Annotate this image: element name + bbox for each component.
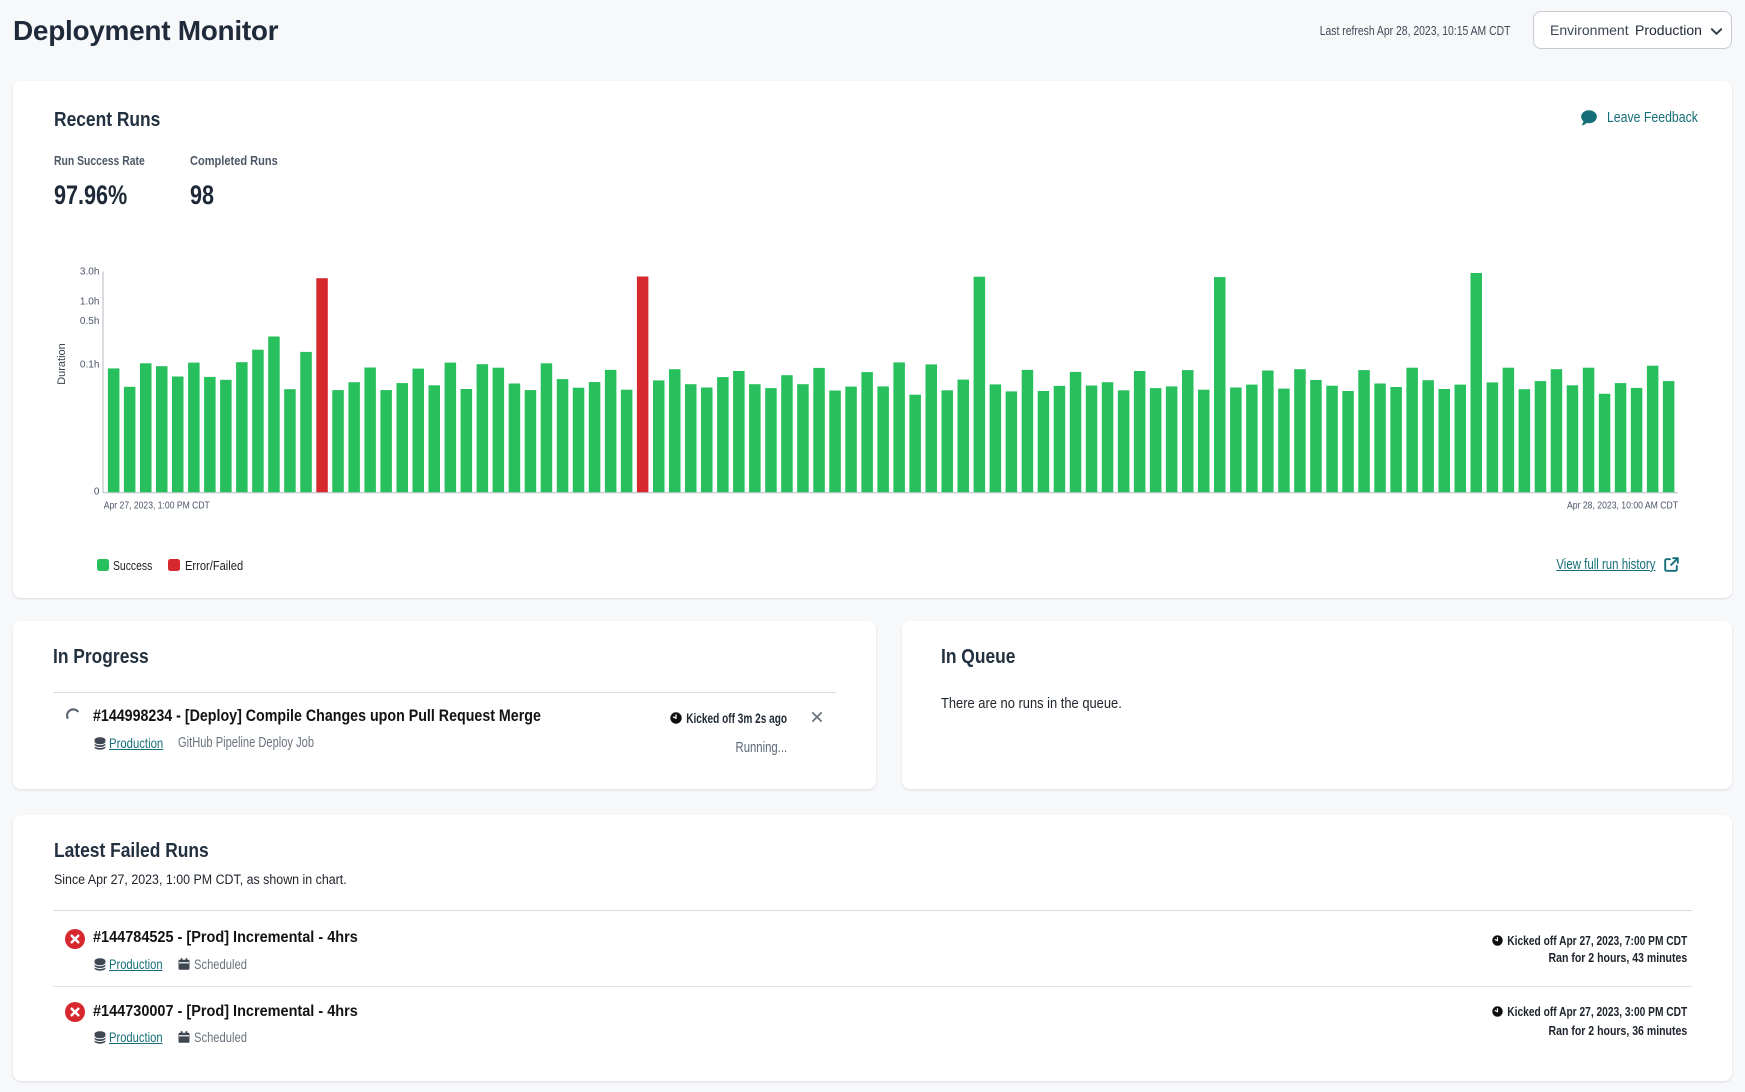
svg-text:1.0h: 1.0h: [80, 297, 99, 308]
svg-text:Duration: Duration: [56, 343, 68, 385]
svg-text:Apr 28, 2023, 10:00 AM CDT: Apr 28, 2023, 10:00 AM CDT: [1567, 500, 1678, 512]
svg-text:0.1h: 0.1h: [80, 360, 99, 371]
svg-text:Apr 27, 2023, 1:00 PM CDT: Apr 27, 2023, 1:00 PM CDT: [104, 500, 210, 512]
svg-text:0.5h: 0.5h: [80, 316, 99, 327]
svg-text:3.0h: 3.0h: [80, 267, 99, 278]
svg-text:0: 0: [94, 487, 100, 498]
